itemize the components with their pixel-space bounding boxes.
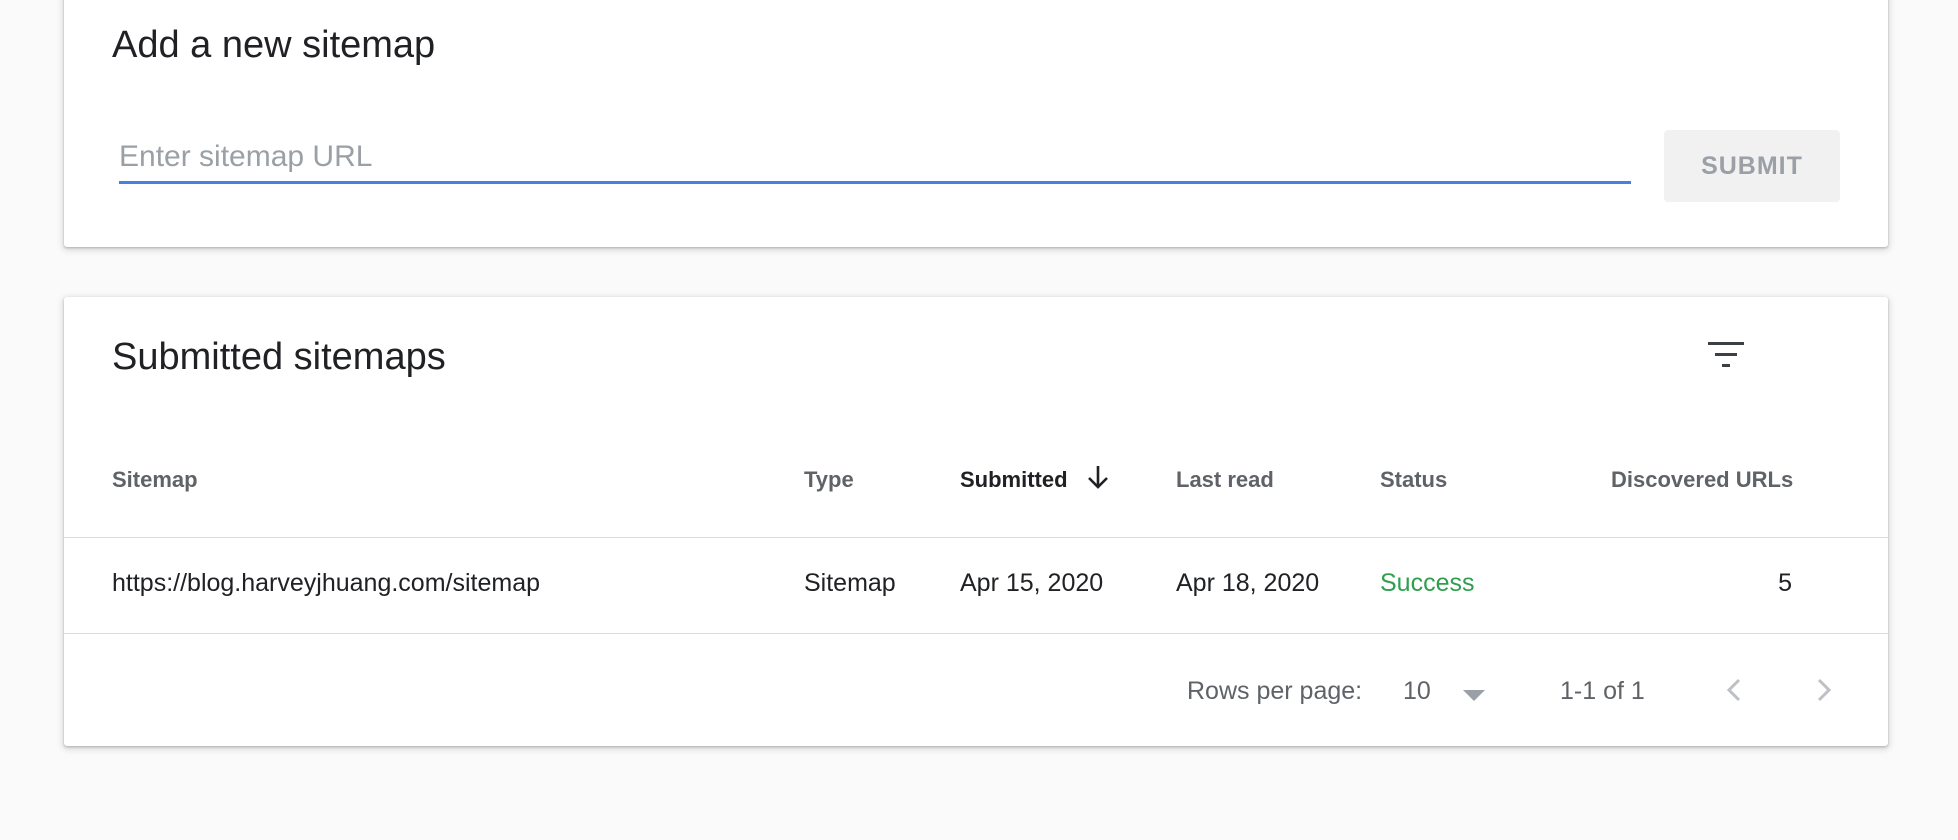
column-header-last-read[interactable]: Last read [1176,467,1274,493]
status-badge: Success [1380,569,1475,597]
row-divider [64,633,1888,634]
rows-per-page-value[interactable]: 10 [1403,677,1431,706]
caret-down-icon[interactable] [1461,687,1487,703]
cell-type: Sitemap [804,569,896,597]
column-header-sitemap[interactable]: Sitemap [112,467,198,493]
column-header-discovered-urls[interactable]: Discovered URLs [1611,467,1793,493]
cell-submitted-date: Apr 15, 2020 [960,569,1104,597]
filter-list-icon[interactable] [1706,340,1746,370]
previous-page-button[interactable] [1713,668,1757,712]
cell-sitemap-url[interactable]: https://blog.harveyjhuang.com/sitemap [112,569,540,598]
column-header-type[interactable]: Type [804,467,854,493]
submit-button[interactable]: SUBMIT [1664,130,1840,202]
add-sitemap-card: Add a new sitemap SUBMIT [64,0,1888,247]
submitted-sitemaps-title: Submitted sitemaps [112,336,446,378]
column-header-submitted[interactable]: Submitted [960,467,1068,493]
cell-last-read-date: Apr 18, 2020 [1176,569,1320,597]
chevron-right-icon [1817,678,1832,702]
cell-discovered-urls: 5 [1778,569,1792,597]
next-page-button[interactable] [1801,668,1845,712]
add-sitemap-title: Add a new sitemap [112,24,436,66]
header-divider [64,537,1888,538]
sitemap-url-input[interactable] [119,132,1631,184]
column-header-status[interactable]: Status [1380,467,1447,493]
rows-per-page-label: Rows per page: [1187,677,1363,705]
arrow-down-icon[interactable] [1085,463,1111,491]
chevron-left-icon [1726,678,1741,702]
pagination-range: 1-1 of 1 [1560,677,1645,705]
